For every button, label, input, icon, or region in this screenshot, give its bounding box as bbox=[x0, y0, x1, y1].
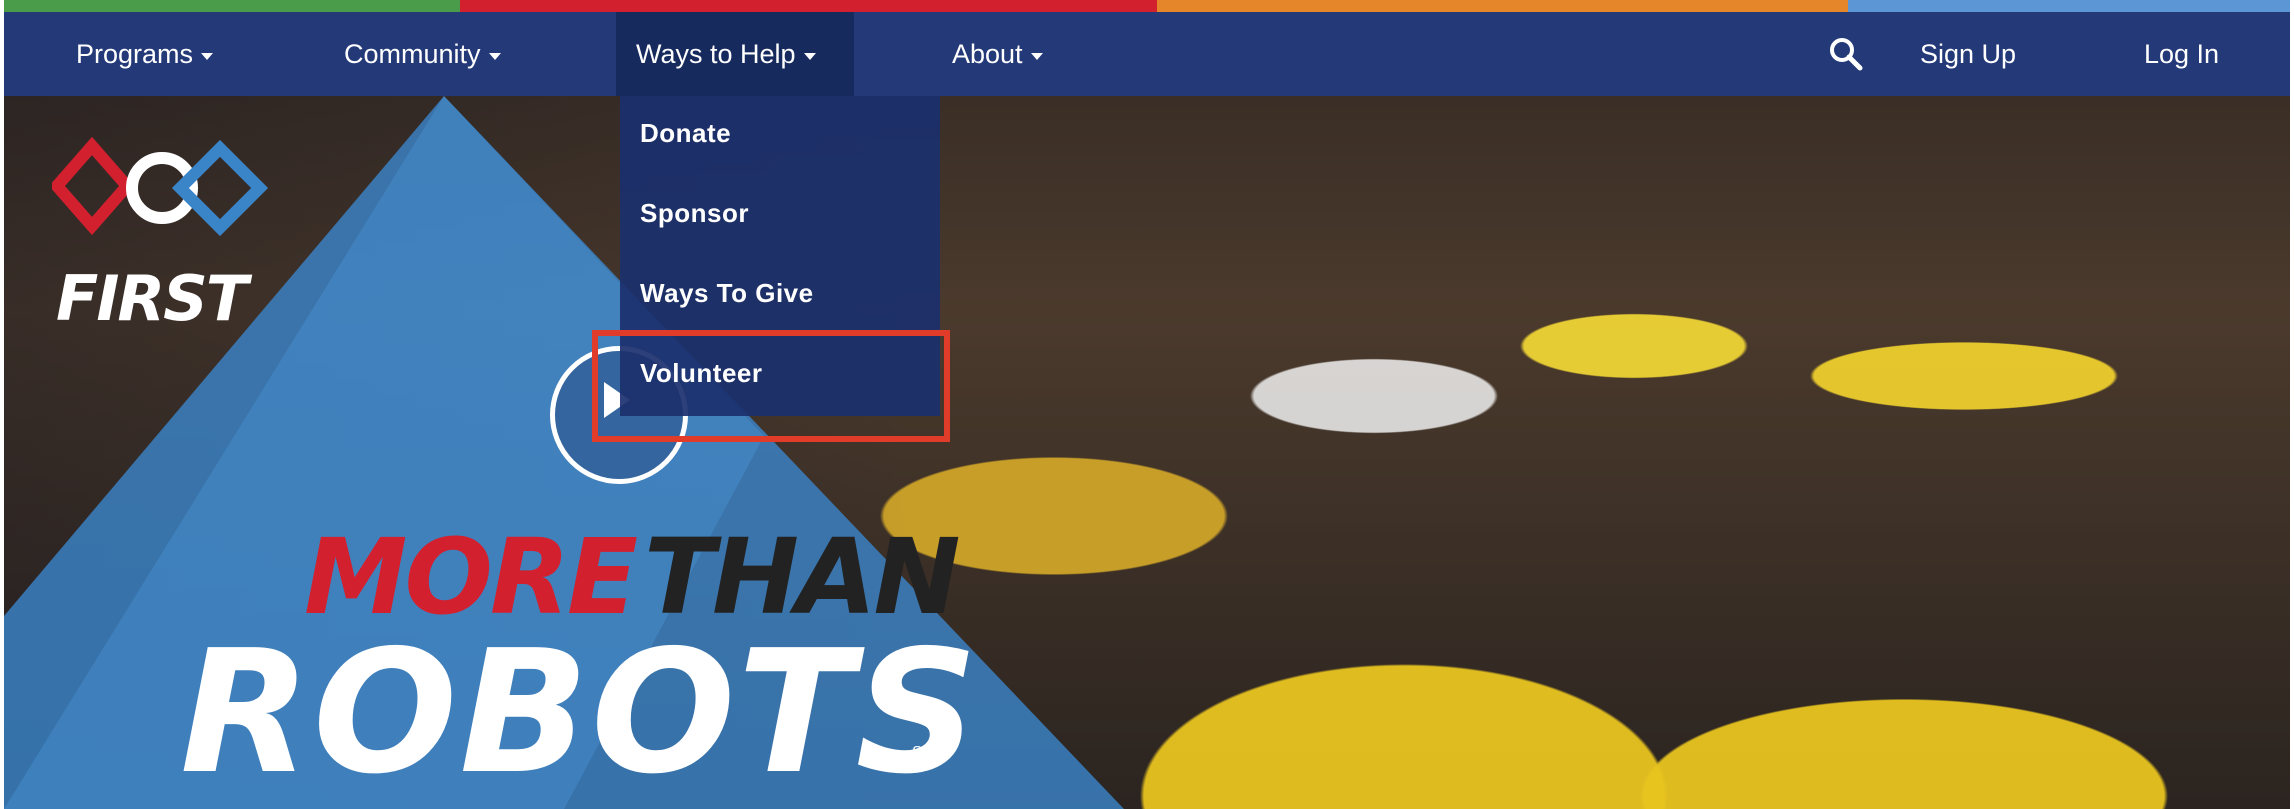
nav-community[interactable]: Community bbox=[344, 12, 501, 96]
log-in-link[interactable]: Log In bbox=[2144, 12, 2219, 96]
stripe-red bbox=[460, 0, 1157, 12]
volunteer-highlight-box bbox=[592, 330, 950, 442]
first-logo-text: FIRST bbox=[56, 262, 248, 335]
stripe-green bbox=[4, 0, 460, 12]
chevron-down-icon bbox=[488, 52, 501, 60]
stripe-orange bbox=[1157, 0, 1848, 12]
dropdown-item-ways-to-give[interactable]: Ways To Give bbox=[640, 278, 814, 309]
dropdown-item-sponsor[interactable]: Sponsor bbox=[640, 198, 749, 229]
nav-programs-label: Programs bbox=[76, 38, 194, 69]
nav-ways-to-help-label: Ways to Help bbox=[636, 38, 796, 69]
sign-up-link[interactable]: Sign Up bbox=[1920, 12, 2016, 96]
browser-frame: Programs Community Ways to Help About Si… bbox=[4, 0, 2290, 809]
search-icon bbox=[1830, 38, 1863, 71]
hero-banner: FIRST MORE THAN ROBOTS SM bbox=[4, 96, 2290, 809]
first-logo[interactable]: FIRST bbox=[49, 126, 292, 335]
tagline-robots: ROBOTS bbox=[180, 614, 980, 809]
chevron-down-icon bbox=[201, 52, 214, 60]
first-logo-mark bbox=[49, 136, 269, 237]
nav-community-label: Community bbox=[344, 38, 481, 69]
nav-about-label: About bbox=[952, 38, 1023, 69]
nav-ways-to-help[interactable]: Ways to Help bbox=[616, 12, 854, 96]
search-button[interactable] bbox=[1824, 12, 1868, 96]
service-mark: SM bbox=[912, 744, 936, 761]
nav-about[interactable]: About bbox=[952, 12, 1043, 96]
chevron-down-icon bbox=[1030, 52, 1043, 60]
top-nav: Programs Community Ways to Help About Si… bbox=[4, 12, 2290, 96]
dropdown-item-donate[interactable]: Donate bbox=[640, 118, 731, 149]
stripe-blue bbox=[1848, 0, 2290, 12]
color-stripe bbox=[4, 0, 2290, 12]
chevron-down-icon bbox=[803, 52, 816, 60]
nav-programs[interactable]: Programs bbox=[76, 12, 214, 96]
